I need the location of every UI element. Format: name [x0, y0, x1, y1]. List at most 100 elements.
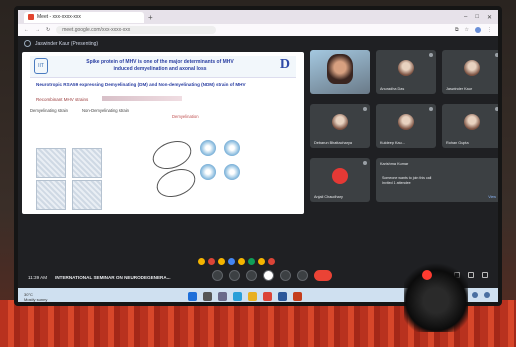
powerpoint-icon[interactable] — [293, 292, 302, 301]
slide-subtitle: Neurotropic RSA59 expressing Demyelinati… — [36, 82, 246, 87]
url-text: meet.google.com/xxx-xxxx-xxx — [62, 27, 131, 33]
end-call-button[interactable] — [314, 270, 332, 281]
raise-hand-icon[interactable] — [280, 270, 291, 281]
cast-icon[interactable]: ⧉ — [455, 27, 459, 33]
diagram-ellipse — [148, 135, 196, 175]
slide-title: Spike protein of MHV is one of the major… — [60, 59, 260, 73]
folder-icon[interactable] — [248, 292, 257, 301]
mic-icon[interactable] — [212, 270, 223, 281]
notification-tile[interactable]: Karishma Kumar Someone wants to join thi… — [376, 158, 498, 202]
close-window-icon[interactable]: ✕ — [487, 14, 492, 21]
avatar — [464, 114, 480, 130]
weather-desc: Mostly sunny — [24, 297, 48, 302]
participant-tile[interactable]: Rohan Gupta — [442, 104, 498, 148]
slide-title-line1: Spike protein of MHV is one of the major… — [86, 59, 234, 65]
participant-video — [327, 54, 353, 84]
view-button[interactable]: View — [488, 195, 496, 199]
emoji-icon[interactable] — [268, 258, 275, 265]
mic-off-icon — [495, 107, 498, 111]
reaction-strip — [198, 258, 275, 265]
captions-icon[interactable] — [246, 270, 257, 281]
emoji-icon[interactable] — [208, 258, 215, 265]
present-icon — [24, 40, 31, 47]
camera-icon[interactable] — [229, 270, 240, 281]
cell-image — [224, 164, 240, 180]
cell-image — [200, 140, 216, 156]
participant-name: Debarun Bhattacharya — [314, 141, 352, 145]
edge-icon[interactable] — [233, 292, 242, 301]
tab-title: Meet - xxx-xxxx-xxx — [37, 14, 81, 20]
maximize-icon[interactable]: □ — [475, 14, 479, 21]
emoji-icon[interactable] — [218, 258, 225, 265]
presenter-bar: Jaswinder Kaur (Presenting) — [24, 40, 98, 47]
taskbar-apps — [188, 292, 302, 301]
window-controls: – □ ✕ — [464, 14, 498, 21]
row2-label-b: Non-Demyelinating strain — [82, 108, 130, 113]
avatar — [332, 168, 348, 184]
star-icon[interactable]: ☆ — [465, 27, 469, 33]
slide-row-strains: Recombinant MHV strains — [36, 96, 183, 102]
browser-actions: ⧉ ☆ ⋮ — [455, 27, 498, 33]
participant-name: Karishma Kumar — [380, 162, 409, 166]
task-view-icon[interactable] — [218, 292, 227, 301]
genome-bar — [102, 96, 183, 101]
profile-avatar[interactable] — [475, 27, 481, 33]
histology-panel — [36, 180, 66, 210]
participant-name: Anuradha Das — [380, 87, 405, 91]
participant-tile[interactable] — [310, 50, 370, 94]
back-icon[interactable]: ← — [24, 27, 29, 33]
participant-grid: Anuradha Das Jaswinder Kaur Debarun Bhat… — [310, 50, 498, 264]
histology-panel — [36, 148, 66, 178]
url-field[interactable]: meet.google.com/xxx-xxxx-xxx — [56, 26, 217, 34]
battery-icon[interactable] — [484, 292, 490, 298]
camera-object — [404, 262, 468, 332]
presenter-label: Jaswinder Kaur (Presenting) — [35, 40, 99, 47]
present-button-icon[interactable] — [263, 270, 274, 281]
participant-tile[interactable]: Anuradha Das — [376, 50, 436, 94]
meeting-time: 11:39 AM — [28, 274, 48, 280]
notification-text: Someone wants to join this call Invited … — [382, 176, 492, 186]
cell-image — [200, 164, 216, 180]
mic-off-icon — [363, 161, 367, 165]
avatar — [398, 60, 414, 76]
search-icon[interactable] — [203, 292, 212, 301]
avatar — [398, 114, 414, 130]
browser-tab-bar: Meet - xxx-xxxx-xxx + – □ ✕ — [18, 10, 498, 24]
histology-panel — [72, 180, 102, 210]
weather-widget[interactable]: 30°C Mostly sunny — [24, 292, 54, 302]
forward-icon[interactable]: → — [35, 27, 40, 33]
emoji-icon[interactable] — [238, 258, 245, 265]
word-icon[interactable] — [278, 292, 287, 301]
volume-icon[interactable] — [472, 292, 478, 298]
chrome-icon[interactable] — [263, 292, 272, 301]
emoji-icon[interactable] — [258, 258, 265, 265]
meet-area: Jaswinder Kaur (Presenting) IIT Spike pr… — [18, 36, 498, 288]
emoji-icon[interactable] — [228, 258, 235, 265]
minimize-icon[interactable]: – — [464, 14, 467, 21]
activities-icon[interactable] — [482, 272, 488, 278]
diagram-ellipse — [152, 163, 200, 203]
slide-corner-letter: D — [279, 57, 290, 72]
participant-name: Rohan Gupta — [446, 141, 469, 145]
chat-icon[interactable] — [468, 272, 474, 278]
mic-off-icon — [429, 107, 433, 111]
reload-icon[interactable]: ↻ — [46, 27, 50, 33]
emoji-icon[interactable] — [198, 258, 205, 265]
notification-line2: Invited 1 attendee — [382, 181, 411, 185]
mic-off-icon — [363, 107, 367, 111]
emoji-icon[interactable] — [248, 258, 255, 265]
browser-tab[interactable]: Meet - xxx-xxxx-xxx — [24, 11, 144, 23]
start-icon[interactable] — [188, 292, 197, 301]
participant-tile[interactable]: Debarun Bhattacharya — [310, 104, 370, 148]
menu-icon[interactable]: ⋮ — [487, 27, 492, 33]
participant-name: Jaswinder Kaur — [446, 87, 473, 91]
participant-tile[interactable]: Kuldeep Kau... — [376, 104, 436, 148]
demyelination-label: Demyelination — [172, 114, 199, 119]
participant-tile[interactable]: Anjali Chaudhary — [310, 158, 370, 202]
more-options-icon[interactable] — [297, 270, 308, 281]
meeting-title: INTERNATIONAL SEMINAR ON NEURODEGENERA..… — [55, 274, 171, 280]
new-tab-icon[interactable]: + — [148, 13, 153, 22]
address-bar-row: ← → ↻ meet.google.com/xxx-xxxx-xxx ⧉ ☆ ⋮ — [18, 24, 498, 36]
participant-tile[interactable]: Jaswinder Kaur — [442, 50, 498, 94]
institute-logo: IIT — [34, 58, 48, 74]
